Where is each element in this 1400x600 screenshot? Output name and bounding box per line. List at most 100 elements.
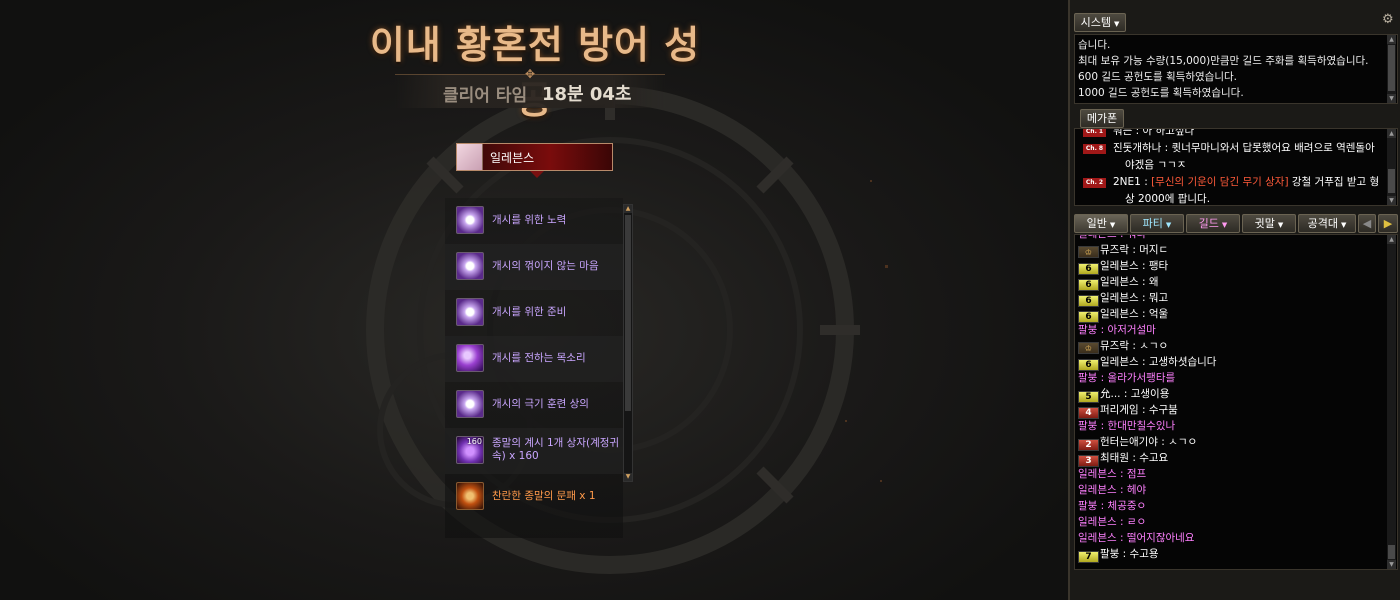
chat-message-text: 팔붕 : 체공중ㅇ bbox=[1078, 500, 1147, 512]
chat-message[interactable]: ♔ 뮤즈락 : ㅅㄱㅇ bbox=[1075, 338, 1397, 354]
reward-item[interactable]: 개시의 극기 훈련 상의 bbox=[445, 382, 623, 428]
scroll-down-icon[interactable]: ▼ bbox=[1387, 196, 1396, 205]
chat-message[interactable]: 2 헌터는애기야 : ㅅㄱㅇ bbox=[1075, 434, 1397, 451]
reward-name: 개시의 극기 훈련 상의 bbox=[492, 398, 589, 410]
reward-scrollbar[interactable]: ▲ ▼ bbox=[623, 204, 633, 482]
tab-megaphone[interactable]: 메가폰 bbox=[1080, 109, 1124, 128]
megaphone-user[interactable]: 진돗개하나 bbox=[1113, 142, 1161, 154]
megaphone-user[interactable]: 2NE1 bbox=[1113, 176, 1141, 188]
scroll-up-icon[interactable]: ▲ bbox=[624, 205, 632, 213]
chat-message-text: 일레븐스 : 팽타 bbox=[1100, 260, 1169, 272]
reward-item[interactable]: 개시를 전하는 목소리 bbox=[445, 336, 623, 382]
chat-message[interactable]: 6 일레븐스 : 왜 bbox=[1075, 274, 1397, 291]
scroll-thumb[interactable] bbox=[1388, 45, 1395, 91]
tab-whisper[interactable]: 귓말 ▼ bbox=[1242, 214, 1296, 233]
megaphone-message[interactable]: Ch. 1 뭐든 : 아 하고싶다 bbox=[1075, 129, 1397, 140]
reward-item[interactable]: 개시를 위한 준비 bbox=[445, 290, 623, 336]
chat-message-text: 일레븐스 : 억울 bbox=[1100, 308, 1169, 320]
megaphone-user[interactable]: 뭐든 bbox=[1113, 129, 1132, 137]
chat-message[interactable]: 6 일레븐스 : 억울 bbox=[1075, 306, 1397, 323]
tab-system[interactable]: 시스템 ▼ bbox=[1074, 13, 1126, 32]
tab-general[interactable]: 일반 ▼ bbox=[1074, 214, 1128, 233]
scroll-down-icon[interactable]: ▼ bbox=[1387, 94, 1396, 103]
item-link[interactable]: [무신의 기운이 담긴 무기 상자] bbox=[1151, 176, 1288, 188]
megaphone-text-cont: 야겠음 ㄱㄱㅈ bbox=[1125, 159, 1187, 171]
chat-message-text: 뮤즈락 : 머지ㄷ bbox=[1100, 244, 1169, 256]
scroll-up-icon[interactable]: ▲ bbox=[1387, 129, 1396, 138]
scroll-icon bbox=[456, 390, 484, 418]
reward-item[interactable]: 160 종말의 계시 1개 상자(계정귀속) x 160 bbox=[445, 428, 623, 474]
channel-badge: Ch. 2 bbox=[1083, 178, 1106, 188]
chat-message-text: 일레븐스 : 헤야 bbox=[1078, 484, 1147, 496]
chat-message[interactable]: 4 퍼리게임 : 수구붐 bbox=[1075, 402, 1397, 419]
scroll-thumb[interactable] bbox=[1388, 169, 1395, 193]
megaphone-text: 강철 거푸집 받고 형 bbox=[1288, 176, 1380, 188]
scroll-up-icon[interactable]: ▲ bbox=[1387, 35, 1396, 44]
megaphone-scrollbar[interactable]: ▲ ▼ bbox=[1387, 129, 1396, 205]
scroll-down-icon[interactable]: ▼ bbox=[1387, 560, 1396, 569]
megaphone-message[interactable]: Ch. 2 2NE1 : [무신의 기운이 담긴 무기 상자] 강철 거푸집 받고… bbox=[1075, 174, 1397, 205]
system-message: 1000 길드 공헌도를 획득하였습니다. bbox=[1078, 87, 1244, 99]
dropdown-caret-icon: ▼ bbox=[1109, 221, 1116, 229]
tab-guild[interactable]: 길드 ▼ bbox=[1186, 214, 1240, 233]
chat-message[interactable]: 일레븐스 : 뭐냐 bbox=[1075, 235, 1397, 242]
megaphone-message[interactable]: Ch. 8 진돗개하나 : 큇너무마니와서 답못했어요 배려으로 역렌돌아 야겠음 … bbox=[1075, 140, 1397, 174]
megaphone-text-cont: 상 2000에 팝니다. bbox=[1125, 193, 1211, 205]
chat-message-text: 뮤즈락 : ㅅㄱㅇ bbox=[1100, 340, 1169, 352]
tab-raid[interactable]: 공격대 ▼ bbox=[1298, 214, 1356, 233]
chat-message[interactable]: 6 일레븐스 : 뭐고 bbox=[1075, 290, 1397, 307]
chat-message-text: 일레븐스 : 왜 bbox=[1100, 276, 1159, 288]
chat-message-text: 팔붕 : 아저거설마 bbox=[1078, 324, 1156, 336]
chat-message[interactable]: 팔붕 : 아저거설마 bbox=[1075, 322, 1397, 338]
chat-message[interactable]: 일레븐스 : 떨어지잖아네요 bbox=[1075, 530, 1397, 546]
chat-message[interactable]: 일레븐스 : ㄹㅇ bbox=[1075, 514, 1397, 530]
scroll-thumb[interactable] bbox=[625, 215, 631, 411]
crown-badge-icon: ♔ bbox=[1078, 246, 1099, 258]
system-message: 습니다. bbox=[1078, 39, 1111, 51]
chat-message[interactable]: 팔붕 : 한대만칠수있나 bbox=[1075, 418, 1397, 434]
crown-badge-icon: ♔ bbox=[1078, 342, 1099, 354]
scroll-thumb[interactable] bbox=[1388, 545, 1395, 559]
tab-prev-button[interactable]: ◀ bbox=[1358, 214, 1376, 233]
chat-message[interactable]: 일레븐스 : 헤야 bbox=[1075, 482, 1397, 498]
chat-message[interactable]: 6 일레븐스 : 팽타 bbox=[1075, 258, 1397, 275]
system-message-list: 습니다. 최대 보유 가능 수량(15,000)만큼만 길드 주화를 획득하였습니… bbox=[1075, 35, 1397, 103]
chat-message[interactable]: 3 최태원 : 수고요 bbox=[1075, 450, 1397, 467]
scroll-icon bbox=[456, 206, 484, 234]
chat-message[interactable]: 5 允... : 고생이용 bbox=[1075, 386, 1397, 403]
scroll-icon bbox=[456, 252, 484, 280]
tab-next-button[interactable]: ▶ bbox=[1378, 214, 1398, 233]
chat-message[interactable]: ♔ 뮤즈락 : 머지ㄷ bbox=[1075, 242, 1397, 258]
scroll-down-icon[interactable]: ▼ bbox=[624, 473, 632, 481]
megaphone-box: Ch. 1 뭐든 : 아 하고싶다 Ch. 8 진돗개하나 : 큇너무마니와서 답못했… bbox=[1074, 128, 1398, 206]
reward-list: 개시를 위한 노력 개시의 꺾이지 않는 마음 개시를 위한 준비 개시를 전하는 목… bbox=[445, 198, 623, 538]
system-message: 600 길드 공헌도를 획득하였습니다. bbox=[1078, 71, 1237, 83]
chat-message-text: 일레븐스 : 고생하셧습니다 bbox=[1100, 356, 1217, 368]
player-header[interactable]: 일레븐스 bbox=[456, 143, 613, 171]
tab-system-label: 시스템 bbox=[1080, 16, 1111, 29]
chat-message-text: 일레븐스 : 점프 bbox=[1078, 468, 1147, 480]
chat-message-text: 일레븐스 : 떨어지잖아네요 bbox=[1078, 532, 1195, 544]
chat-message-text: 일레븐스 : ㄹㅇ bbox=[1078, 516, 1147, 528]
reward-item[interactable]: 찬란한 종말의 문패 x 1 bbox=[445, 474, 623, 520]
chat-message[interactable]: 팔붕 : 체공중ㅇ bbox=[1075, 498, 1397, 514]
general-scrollbar[interactable]: ▲ ▼ bbox=[1387, 235, 1396, 569]
reward-name: 종말의 계시 1개 상자(계정귀속) x 160 bbox=[492, 437, 620, 462]
chat-message[interactable]: 일레븐스 : 점프 bbox=[1075, 466, 1397, 482]
reward-item[interactable]: 개시의 꺾이지 않는 마음 bbox=[445, 244, 623, 290]
chat-message[interactable]: 7 팔붕 : 수고용 bbox=[1075, 546, 1397, 563]
avatar bbox=[457, 144, 483, 170]
reward-item[interactable]: 개시를 위한 노력 bbox=[445, 198, 623, 244]
dropdown-caret-icon: ▼ bbox=[1340, 221, 1347, 229]
tab-party[interactable]: 파티 ▼ bbox=[1130, 214, 1184, 233]
result-scene: 이내 황혼전 방어 성공 ✥ 클리어 타임 18분 04초 일레븐스 개시를 위… bbox=[0, 0, 1068, 600]
chat-message[interactable]: 6 일레븐스 : 고생하셧습니다 bbox=[1075, 354, 1397, 371]
chat-message-text: 헌터는애기야 : ㅅㄱㅇ bbox=[1100, 436, 1198, 448]
tab-whisper-label: 귓말 bbox=[1254, 217, 1275, 230]
system-scrollbar[interactable]: ▲ ▼ bbox=[1387, 35, 1396, 103]
orb-icon bbox=[456, 344, 484, 372]
scroll-up-icon[interactable]: ▲ bbox=[1387, 235, 1396, 244]
chat-message[interactable]: 팔붕 : 올라가서팽타를 bbox=[1075, 370, 1397, 386]
pointer-arrow-icon bbox=[530, 171, 544, 178]
gear-icon[interactable]: ⚙ bbox=[1382, 13, 1396, 27]
